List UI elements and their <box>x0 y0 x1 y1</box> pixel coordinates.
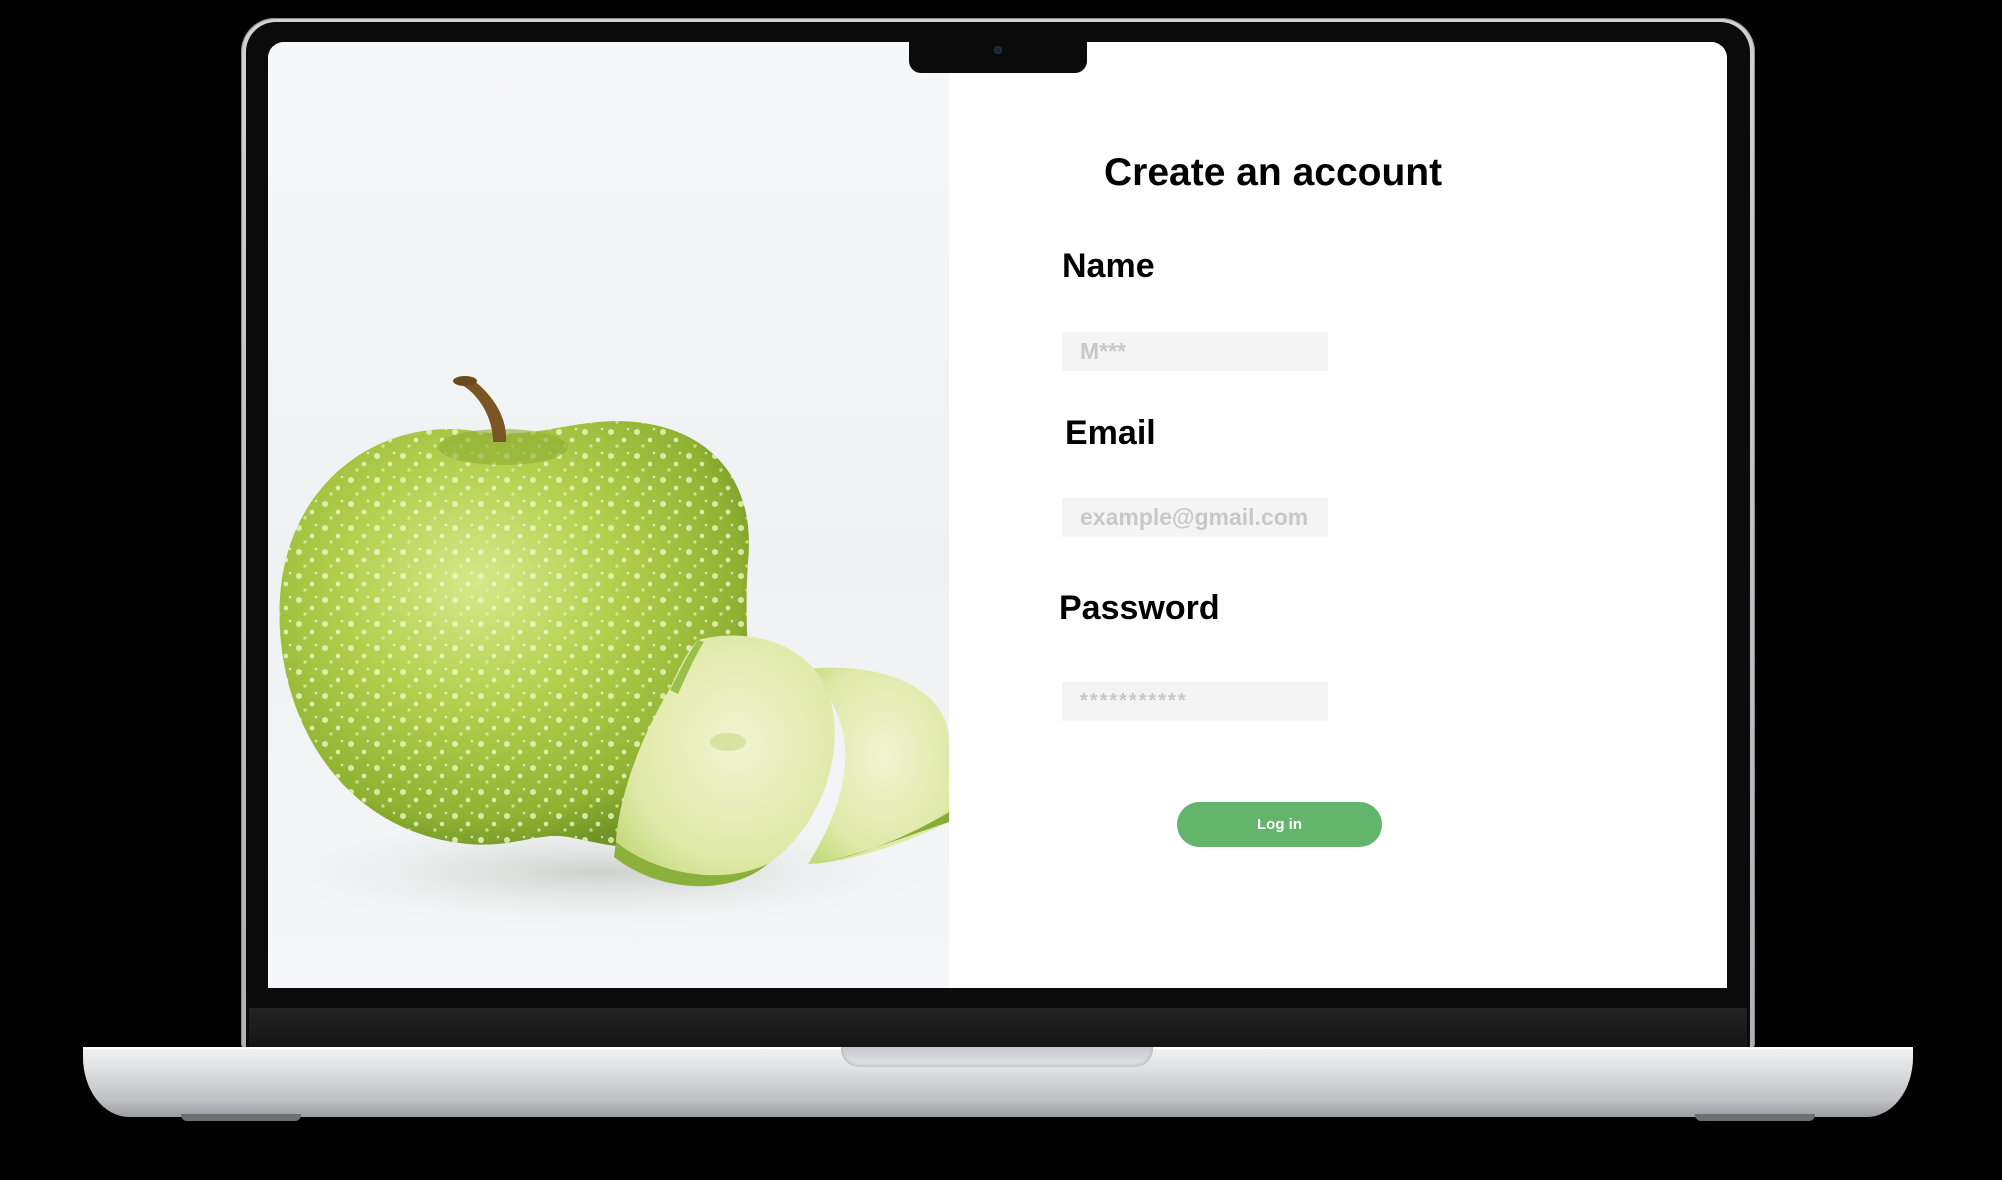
signup-form-panel: Create an account Name Email Password Lo… <box>949 42 1727 988</box>
email-input[interactable] <box>1062 498 1328 537</box>
apple-illustration <box>268 376 949 927</box>
laptop-foot-right <box>1695 1114 1815 1121</box>
lid-opening-recess <box>841 1047 1153 1067</box>
hero-image-panel <box>268 42 949 988</box>
password-input[interactable] <box>1062 682 1328 721</box>
laptop-screen: Create an account Name Email Password Lo… <box>268 42 1727 988</box>
page-title: Create an account <box>1104 151 1443 195</box>
laptop-hinge <box>249 1008 1747 1048</box>
email-label: Email <box>1065 414 1156 452</box>
mockup-stage: Create an account Name Email Password Lo… <box>0 0 2002 1180</box>
password-label: Password <box>1059 589 1220 627</box>
name-input[interactable] <box>1062 332 1328 371</box>
login-button[interactable]: Log in <box>1177 802 1382 847</box>
laptop-base <box>83 1047 1913 1117</box>
laptop-foot-left <box>181 1114 301 1121</box>
camera-icon <box>994 46 1002 54</box>
name-label: Name <box>1062 247 1155 285</box>
camera-notch <box>909 40 1087 73</box>
